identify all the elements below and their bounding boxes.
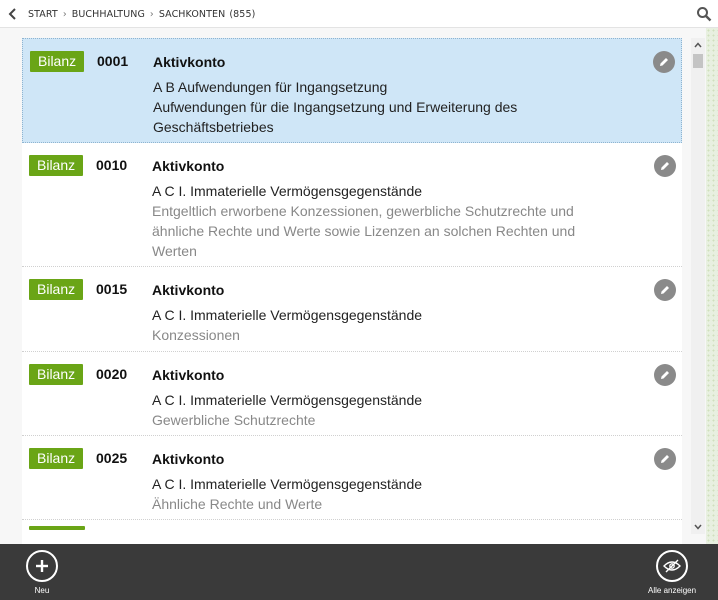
account-type: Aktivkonto xyxy=(152,367,225,383)
list-item[interactable]: Bilanz 0025 Aktivkonto A C I. Immateriel… xyxy=(22,436,682,520)
account-number: 0025 xyxy=(96,450,128,466)
eye-off-icon xyxy=(656,550,689,582)
account-number: 0020 xyxy=(96,366,128,382)
search-icon[interactable] xyxy=(696,6,712,22)
edit-icon[interactable] xyxy=(654,364,676,386)
breadcrumb-separator: › xyxy=(62,8,67,20)
edit-icon[interactable] xyxy=(654,448,676,470)
account-description: Konzessionen xyxy=(152,327,240,343)
account-description: Entgeltlich erworbene Konzessionen, gewe… xyxy=(152,203,576,259)
account-group: A B Aufwendungen für Ingangsetzung xyxy=(153,79,388,95)
breadcrumb-start[interactable]: START xyxy=(28,9,58,20)
account-group: A C I. Immaterielle Vermögensgegenstände xyxy=(152,183,423,199)
account-type: Aktivkonto xyxy=(153,54,226,70)
account-description: Ähnliche Rechte und Werte xyxy=(152,496,323,512)
edit-icon[interactable] xyxy=(653,51,675,73)
category-badge xyxy=(29,526,85,530)
breadcrumb-buchhaltung[interactable]: BUCHHALTUNG xyxy=(72,9,145,20)
new-button-label: Neu xyxy=(34,586,50,595)
category-badge: Bilanz xyxy=(29,279,84,300)
account-details: Aktivkonto A C I. Immaterielle Vermögens… xyxy=(152,450,592,514)
content-area: Bilanz 0001 Aktivkonto A B Aufwendungen … xyxy=(0,28,718,544)
category-badge: Bilanz xyxy=(29,364,84,385)
account-description: Aufwendungen für die Ingangsetzung und E… xyxy=(153,99,518,135)
account-description: Gewerbliche Schutzrechte xyxy=(152,412,316,428)
edit-icon[interactable] xyxy=(654,155,676,177)
scroll-thumb[interactable] xyxy=(693,54,703,68)
scroll-up-icon[interactable] xyxy=(691,38,705,52)
account-details: Aktivkonto A C I. Immaterielle Vermögens… xyxy=(152,281,592,345)
account-number: 0010 xyxy=(96,157,128,173)
record-count: (855) xyxy=(229,8,256,20)
back-icon[interactable] xyxy=(6,7,20,21)
show-all-button-label: Alle anzeigen xyxy=(648,586,697,595)
list-item[interactable]: Bilanz 0010 Aktivkonto A C I. Immateriel… xyxy=(22,143,682,267)
edit-icon[interactable] xyxy=(654,279,676,301)
breadcrumb-sachkonten: SACHKONTEN xyxy=(158,8,226,20)
vertical-scrollbar[interactable] xyxy=(691,38,705,534)
account-number: 0001 xyxy=(97,53,129,69)
account-type: Aktivkonto xyxy=(152,451,225,467)
new-button[interactable]: Neu xyxy=(26,550,58,595)
app-bar: Neu Alle anzeigen xyxy=(0,544,718,600)
list-item[interactable]: Bilanz 0001 Aktivkonto A B Aufwendungen … xyxy=(22,38,682,143)
list-item[interactable]: Bilanz 0020 Aktivkonto A C I. Immateriel… xyxy=(22,352,682,436)
plus-icon xyxy=(26,550,58,582)
account-type: Aktivkonto xyxy=(152,282,225,298)
account-number: 0015 xyxy=(96,281,128,297)
list-item[interactable]: Bilanz 0015 Aktivkonto A C I. Immateriel… xyxy=(22,267,682,352)
account-list: Bilanz 0001 Aktivkonto A B Aufwendungen … xyxy=(22,38,682,544)
side-decoration xyxy=(706,28,718,544)
account-group: A C I. Immaterielle Vermögensgegenstände xyxy=(152,307,423,323)
account-details: Aktivkonto A C I. Immaterielle Vermögens… xyxy=(152,366,592,430)
breadcrumb-bar: START › BUCHHALTUNG › SACHKONTEN (855) xyxy=(0,0,718,28)
category-badge: Bilanz xyxy=(30,51,85,72)
account-details: Aktivkonto A B Aufwendungen für Ingangse… xyxy=(153,53,593,137)
category-badge: Bilanz xyxy=(29,448,84,469)
list-item-partial[interactable] xyxy=(22,520,682,544)
scroll-down-icon[interactable] xyxy=(691,520,705,534)
account-type: Aktivkonto xyxy=(152,158,225,174)
account-group: A C I. Immaterielle Vermögensgegenstände xyxy=(152,476,423,492)
breadcrumb: START › BUCHHALTUNG › SACHKONTEN (855) xyxy=(28,0,255,28)
show-all-button[interactable]: Alle anzeigen xyxy=(648,550,696,595)
category-badge: Bilanz xyxy=(29,155,84,176)
breadcrumb-separator: › xyxy=(149,8,154,20)
account-group: A C I. Immaterielle Vermögensgegenstände xyxy=(152,392,423,408)
account-details: Aktivkonto A C I. Immaterielle Vermögens… xyxy=(152,157,592,261)
